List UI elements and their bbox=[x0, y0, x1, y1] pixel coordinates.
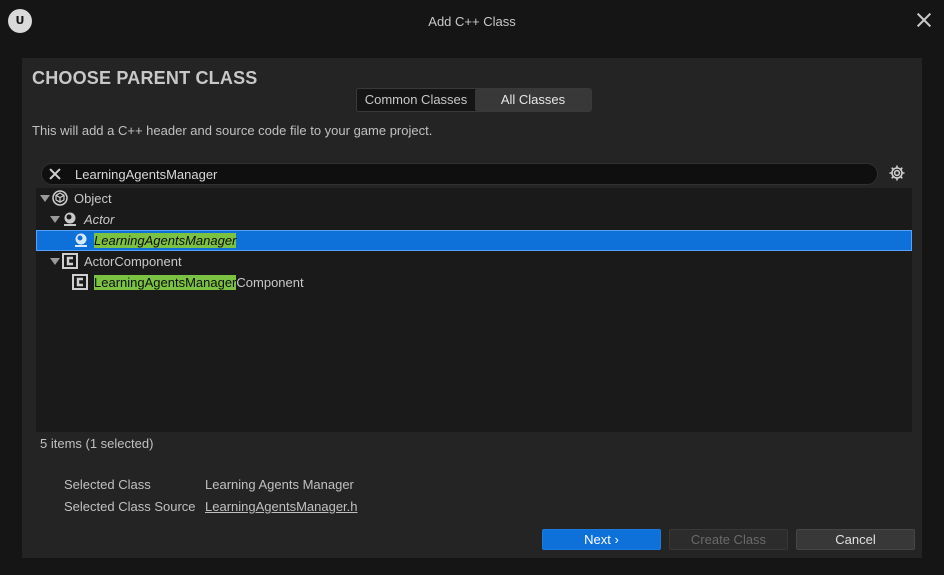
next-button[interactable]: Next › bbox=[542, 529, 661, 550]
description-text: This will add a C++ header and source co… bbox=[32, 123, 433, 138]
selected-class-source-label: Selected Class Source bbox=[64, 499, 196, 514]
expand-caret-icon[interactable] bbox=[50, 216, 60, 223]
tree-row-learning-agents-manager-component[interactable]: LearningAgentsManagerComponent bbox=[36, 272, 912, 293]
tree-row-label: Object bbox=[74, 191, 112, 206]
tree-row-label: Actor bbox=[84, 212, 115, 227]
tree-row-actor-component[interactable]: ActorComponent bbox=[36, 251, 912, 272]
tree-row-actor[interactable]: Actor bbox=[36, 209, 912, 230]
dialog-panel: CHOOSE PARENT CLASS Common Classes All C… bbox=[22, 58, 922, 558]
close-icon[interactable] bbox=[916, 12, 932, 28]
class-c-icon bbox=[72, 274, 88, 290]
cancel-button[interactable]: Cancel bbox=[796, 529, 915, 550]
tab-all-classes[interactable]: All Classes bbox=[475, 89, 591, 111]
class-c-icon bbox=[62, 253, 78, 269]
selected-class-label: Selected Class bbox=[64, 477, 151, 492]
tab-common-classes[interactable]: Common Classes bbox=[357, 89, 475, 111]
actor-class-icon bbox=[75, 233, 87, 247]
selected-class-source-link[interactable]: LearningAgentsManager.h bbox=[205, 499, 358, 514]
item-count-status: 5 items (1 selected) bbox=[40, 436, 154, 451]
search-input[interactable]: LearningAgentsManager bbox=[41, 163, 878, 185]
tree-row-label: LearningAgentsManager bbox=[94, 233, 237, 248]
title-bar: U Add C++ Class bbox=[0, 0, 944, 44]
selected-class-value: Learning Agents Manager bbox=[205, 477, 354, 492]
page-title: CHOOSE PARENT CLASS bbox=[32, 68, 258, 88]
class-tree[interactable]: Object Actor LearningAgentsManager Actor… bbox=[36, 188, 912, 432]
tree-row-label: ActorComponent bbox=[84, 254, 182, 269]
expand-caret-icon[interactable] bbox=[40, 195, 50, 202]
actor-icon bbox=[64, 212, 76, 226]
class-tabs: Common Classes All Classes bbox=[356, 88, 592, 112]
create-class-button[interactable]: Create Class bbox=[669, 529, 788, 550]
search-match-highlight: LearningAgentsManager bbox=[94, 275, 237, 290]
window-title: Add C++ Class bbox=[428, 14, 516, 29]
search-value: LearningAgentsManager bbox=[75, 167, 218, 182]
tree-row-learning-agents-manager[interactable]: LearningAgentsManager bbox=[36, 230, 912, 251]
object-icon bbox=[52, 190, 68, 206]
chevron-right-icon: › bbox=[614, 532, 619, 547]
search-match-highlight: LearningAgentsManager bbox=[94, 233, 237, 248]
tree-row-label: LearningAgentsManagerComponent bbox=[94, 275, 304, 290]
gear-icon[interactable] bbox=[888, 164, 906, 182]
clear-search-icon[interactable] bbox=[49, 168, 61, 180]
tree-row-object[interactable]: Object bbox=[36, 188, 912, 209]
expand-caret-icon[interactable] bbox=[50, 258, 60, 265]
